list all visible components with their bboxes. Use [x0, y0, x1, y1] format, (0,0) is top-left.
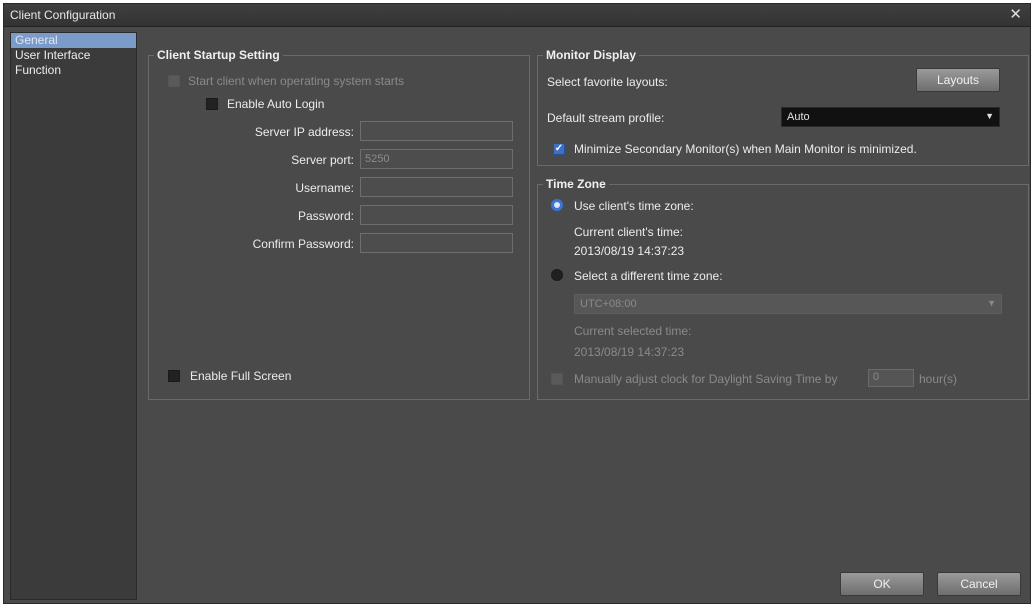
monitor-display-legend: Monitor Display: [543, 48, 640, 62]
time-zone-group: Time Zone Use client's time zone: Curren…: [537, 177, 1029, 400]
auto-login-checkbox[interactable]: [206, 98, 218, 110]
sidebar-item-user-interface[interactable]: User Interface: [11, 48, 136, 63]
dst-checkbox[interactable]: [551, 373, 563, 385]
chevron-down-icon: ▼: [985, 111, 994, 121]
current-client-time-label: Current client's time:: [574, 225, 683, 239]
sidebar-item-general[interactable]: General: [11, 33, 136, 48]
server-ip-input[interactable]: [360, 121, 513, 141]
ok-button[interactable]: OK: [840, 572, 924, 596]
dst-hours-unit: hour(s): [919, 372, 958, 386]
sidebar: General User Interface Function: [10, 32, 137, 600]
minimize-secondary-checkbox[interactable]: ✓: [553, 143, 565, 155]
auto-login-label: Enable Auto Login: [227, 97, 325, 111]
stream-profile-select[interactable]: Auto ▼: [781, 107, 1000, 127]
username-input[interactable]: [360, 177, 513, 197]
use-client-timezone-label: Use client's time zone:: [574, 199, 694, 213]
layouts-button[interactable]: Layouts: [916, 68, 1000, 92]
start-with-os-label: Start client when operating system start…: [188, 74, 405, 88]
stream-profile-value: Auto: [787, 111, 810, 123]
client-configuration-dialog: Client Configuration ✕ General User Inte…: [3, 3, 1031, 604]
minimize-secondary-label: Minimize Secondary Monitor(s) when Main …: [574, 142, 917, 156]
timezone-select-value: UTC+08:00: [580, 298, 637, 310]
select-different-timezone-label: Select a different time zone:: [574, 269, 723, 283]
timezone-select[interactable]: UTC+08:00 ▼: [574, 294, 1002, 314]
current-selected-time-label: Current selected time:: [574, 324, 692, 338]
start-with-os-checkbox[interactable]: [168, 75, 180, 87]
sidebar-item-function[interactable]: Function: [11, 63, 136, 78]
dialog-title: Client Configuration: [10, 8, 116, 22]
monitor-display-group: Monitor Display Select favorite layouts:…: [537, 48, 1029, 166]
client-startup-group: Client Startup Setting Start client when…: [148, 48, 530, 400]
server-port-label: Server port:: [291, 153, 354, 167]
confirm-password-label: Confirm Password:: [252, 237, 354, 251]
cancel-button[interactable]: Cancel: [937, 572, 1021, 596]
password-label: Password:: [297, 209, 354, 223]
use-client-timezone-radio[interactable]: [551, 199, 563, 211]
server-port-input[interactable]: 5250: [360, 149, 513, 169]
password-input[interactable]: [360, 205, 513, 225]
username-label: Username:: [295, 181, 354, 195]
close-icon[interactable]: ✕: [1009, 5, 1022, 23]
favorite-layouts-label: Select favorite layouts:: [547, 75, 668, 89]
current-selected-time-value: 2013/08/19 14:37:23: [574, 345, 685, 359]
dst-hours-value: 0: [873, 371, 880, 383]
confirm-password-input[interactable]: [360, 233, 513, 253]
title-bar: Client Configuration ✕: [4, 4, 1030, 27]
stream-profile-label: Default stream profile:: [547, 111, 665, 125]
full-screen-label: Enable Full Screen: [190, 369, 292, 383]
client-startup-legend: Client Startup Setting: [154, 48, 283, 62]
dst-hours-stepper[interactable]: 0: [868, 369, 914, 387]
chevron-down-icon: ▼: [987, 298, 996, 308]
dst-label: Manually adjust clock for Daylight Savin…: [574, 372, 838, 386]
full-screen-checkbox[interactable]: [168, 370, 180, 382]
server-ip-label: Server IP address:: [254, 125, 354, 139]
current-client-time-value: 2013/08/19 14:37:23: [574, 244, 685, 258]
select-different-timezone-radio[interactable]: [551, 269, 563, 281]
time-zone-legend: Time Zone: [543, 177, 609, 191]
